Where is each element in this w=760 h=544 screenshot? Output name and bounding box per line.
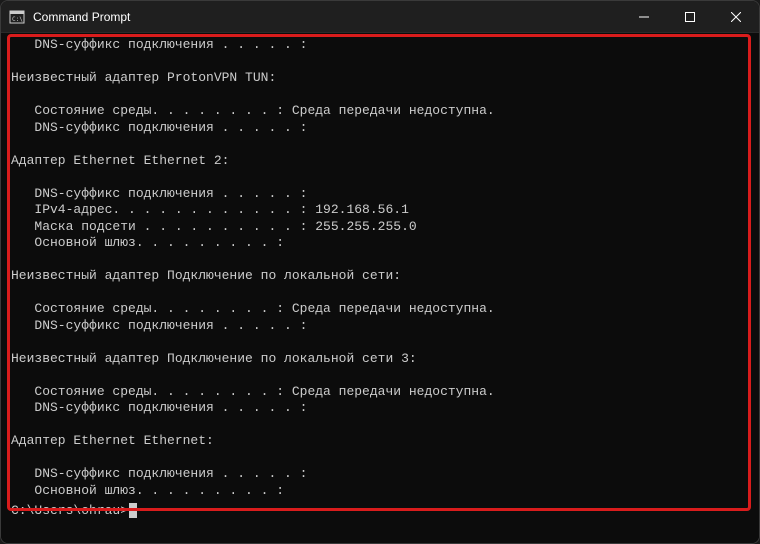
prompt-line: C:\Users\ohrau> xyxy=(11,503,749,518)
titlebar[interactable]: C:\ Command Prompt xyxy=(1,1,759,33)
terminal-body[interactable]: DNS-суффикс подключения . . . . . : Неиз… xyxy=(1,33,759,543)
maximize-button[interactable] xyxy=(667,1,713,33)
svg-text:C:\: C:\ xyxy=(12,16,23,23)
prompt-text: C:\Users\ohrau> xyxy=(11,503,128,518)
close-button[interactable] xyxy=(713,1,759,33)
terminal-output: DNS-суффикс подключения . . . . . : Неиз… xyxy=(11,37,749,499)
cmd-icon: C:\ xyxy=(9,9,25,25)
window-title: Command Prompt xyxy=(33,10,130,24)
minimize-button[interactable] xyxy=(621,1,667,33)
command-prompt-window: C:\ Command Prompt DNS-суффикс подключен… xyxy=(0,0,760,544)
cursor xyxy=(129,503,137,518)
titlebar-controls xyxy=(621,1,759,32)
titlebar-left: C:\ Command Prompt xyxy=(9,9,130,25)
